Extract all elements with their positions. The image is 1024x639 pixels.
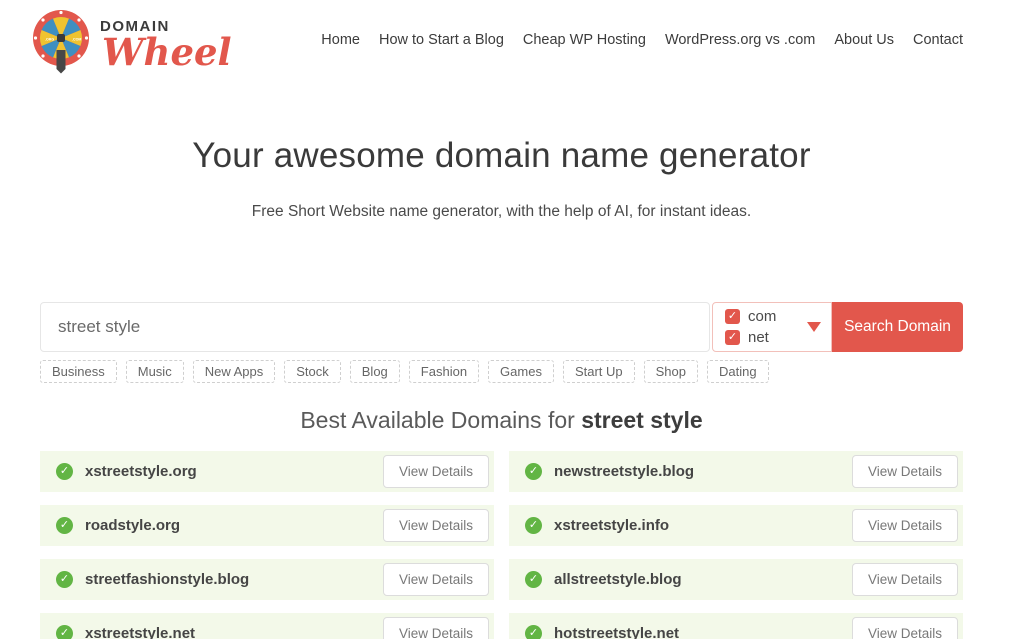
view-details-button[interactable]: View Details	[852, 509, 958, 542]
available-check-icon: ✓	[525, 463, 542, 480]
view-details-button[interactable]: View Details	[852, 455, 958, 488]
available-check-icon: ✓	[525, 517, 542, 534]
tag-pill-stock[interactable]: Stock	[284, 360, 341, 383]
tld-label-net: net	[748, 329, 769, 346]
tld-option-com: ✓ com	[725, 308, 807, 325]
tld-label-com: com	[748, 308, 776, 325]
nav-link-how-to-start-a-blog[interactable]: How to Start a Blog	[379, 32, 504, 48]
main-nav: Home How to Start a Blog Cheap WP Hosting W…	[321, 8, 963, 48]
tld-option-net: ✓ net	[725, 329, 807, 346]
available-check-icon: ✓	[56, 571, 73, 588]
tag-pill-shop[interactable]: Shop	[644, 360, 698, 383]
view-details-button[interactable]: View Details	[852, 563, 958, 596]
view-details-button[interactable]: View Details	[383, 563, 489, 596]
tag-pill-fashion[interactable]: Fashion	[409, 360, 479, 383]
svg-text:.COM: .COM	[72, 38, 81, 42]
results-heading: Best Available Domains for street style	[40, 407, 963, 434]
result-row-hotstreetstyle-net: ✓ hotstreetstyle.net View Details	[509, 613, 963, 639]
domain-name: xstreetstyle.net	[85, 625, 195, 639]
wheel-logo-icon: .COM .ORG	[30, 8, 92, 76]
header: .COM .ORG DOMAIN Wheel HomeHow to St	[40, 0, 963, 76]
hero-section: Your awesome domain name generator Free …	[40, 136, 963, 221]
domain-name: xstreetstyle.org	[85, 463, 197, 480]
nav-link-wordpress-org-vs-com[interactable]: WordPress.org vs .com	[665, 32, 815, 48]
available-check-icon: ✓	[56, 517, 73, 534]
tld-dropdown[interactable]: ✓ com ✓ net	[712, 302, 832, 352]
result-row-xstreetstyle-info: ✓ xstreetstyle.info View Details	[509, 505, 963, 546]
available-check-icon: ✓	[525, 625, 542, 639]
results-heading-prefix: Best Available Domains for	[300, 407, 581, 433]
nav-link-cheap-wp-hosting[interactable]: Cheap WP Hosting	[523, 32, 646, 48]
result-row-newstreetstyle-blog: ✓ newstreetstyle.blog View Details	[509, 451, 963, 492]
logo-text: DOMAIN Wheel	[100, 8, 232, 68]
domain-name: xstreetstyle.info	[554, 517, 669, 534]
view-details-button[interactable]: View Details	[383, 617, 489, 639]
domain-name: roadstyle.org	[85, 517, 180, 534]
domain-search-input[interactable]	[40, 302, 710, 352]
page-subtitle: Free Short Website name generator, with …	[40, 203, 963, 221]
view-details-button[interactable]: View Details	[383, 455, 489, 488]
results-heading-term: street style	[581, 407, 702, 433]
available-check-icon: ✓	[525, 571, 542, 588]
domain-name: allstreetstyle.blog	[554, 571, 682, 588]
tag-pill-new-apps[interactable]: New Apps	[193, 360, 276, 383]
nav-link-contact[interactable]: Contact	[913, 32, 963, 48]
result-row-roadstyle-org: ✓ roadstyle.org View Details	[40, 505, 494, 546]
nav-link-home[interactable]: Home	[321, 32, 360, 48]
tag-pill-blog[interactable]: Blog	[350, 360, 400, 383]
result-row-allstreetstyle-blog: ✓ allstreetstyle.blog View Details	[509, 559, 963, 600]
page-title: Your awesome domain name generator	[40, 136, 963, 176]
available-check-icon: ✓	[56, 463, 73, 480]
svg-text:.ORG: .ORG	[45, 38, 54, 42]
tld-checkbox-com[interactable]: ✓	[725, 309, 740, 324]
domain-name: newstreetstyle.blog	[554, 463, 694, 480]
view-details-button[interactable]: View Details	[383, 509, 489, 542]
tag-pill-games[interactable]: Games	[488, 360, 554, 383]
search-bar: ✓ com ✓ net Search Domain	[40, 302, 963, 352]
result-row-xstreetstyle-org: ✓ xstreetstyle.org View Details	[40, 451, 494, 492]
result-row-streetfashionstyle-blog: ✓ streetfashionstyle.blog View Details	[40, 559, 494, 600]
domainwheel-logo[interactable]: .COM .ORG DOMAIN Wheel	[30, 8, 232, 76]
domain-name: streetfashionstyle.blog	[85, 571, 249, 588]
available-check-icon: ✓	[56, 625, 73, 639]
tag-pill-business[interactable]: Business	[40, 360, 117, 383]
dropdown-caret-icon[interactable]	[807, 322, 821, 332]
result-row-xstreetstyle-net: ✓ xstreetstyle.net View Details	[40, 613, 494, 639]
tag-pill-music[interactable]: Music	[126, 360, 184, 383]
tag-pill-start-up[interactable]: Start Up	[563, 360, 635, 383]
nav-link-about-us[interactable]: About Us	[834, 32, 894, 48]
tld-checkbox-net[interactable]: ✓	[725, 330, 740, 345]
view-details-button[interactable]: View Details	[852, 617, 958, 639]
logo-wheel-text: Wheel	[102, 37, 232, 68]
tag-pill-dating[interactable]: Dating	[707, 360, 769, 383]
domain-name: hotstreetstyle.net	[554, 625, 679, 639]
results-list: ✓ xstreetstyle.org View Details ✓ newstreets…	[40, 451, 963, 639]
search-domain-button[interactable]: Search Domain	[832, 302, 963, 352]
tag-suggestions: Business Music New Apps Stock Blog Fashion Gam…	[40, 360, 963, 383]
